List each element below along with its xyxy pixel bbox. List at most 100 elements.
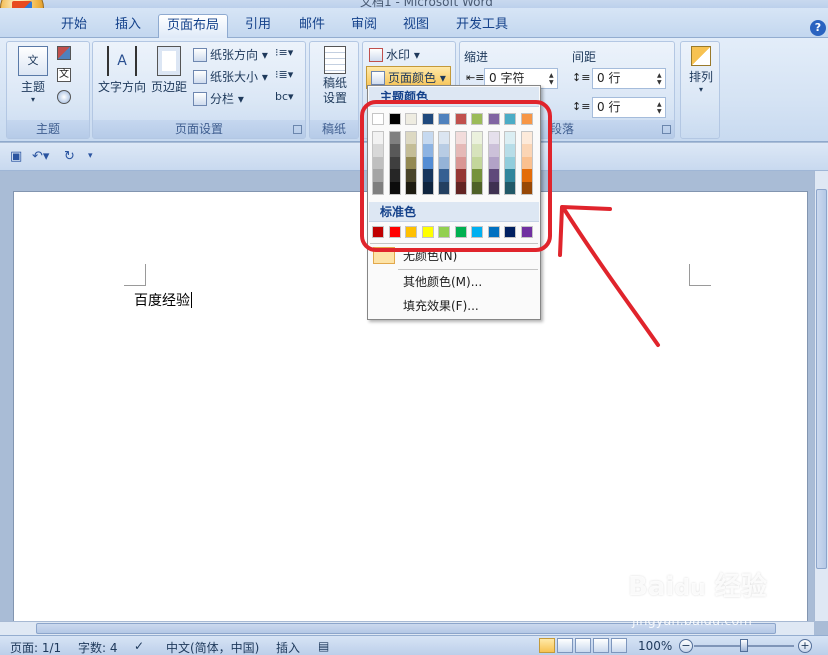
indent-title: 缩进 [464, 50, 489, 64]
tab-references[interactable]: 引用 [236, 14, 280, 38]
insert-mode[interactable]: 插入 [276, 639, 300, 655]
zoom-level[interactable]: 100% [638, 639, 672, 653]
page-color-label: 页面颜色 [388, 71, 437, 85]
arrange-group: 排列 ▾ [680, 41, 720, 139]
spacing-before-icon: ↕≡ [572, 71, 591, 84]
watermark-button[interactable]: 水印 ▾ [369, 46, 420, 63]
watermark-icon [369, 48, 383, 62]
hyphenation-icon[interactable]: bc▾ [275, 90, 294, 103]
fill-effects-label: 填充效果(F)... [403, 299, 479, 313]
document-text[interactable]: 百度经验 [134, 290, 192, 310]
draft-view-button[interactable] [611, 638, 627, 653]
size-button[interactable]: 纸张大小 ▾ [193, 68, 268, 85]
save-icon[interactable]: ▣ [10, 149, 22, 164]
tab-developer[interactable]: 开发工具 [450, 14, 514, 38]
zoom-out-button[interactable]: − [679, 639, 693, 653]
tab-view[interactable]: 视图 [394, 14, 438, 38]
zoom-slider-thumb[interactable] [740, 639, 748, 652]
zoom-in-button[interactable]: + [798, 639, 812, 653]
dialog-launcher-icon[interactable] [293, 125, 302, 134]
spacing-after-input[interactable]: 0 行 [592, 97, 666, 118]
draft-paper-line2: 设置 [322, 91, 347, 105]
status-bar: 页面: 1/1 字数: 4 ✓ 中文(简体，中国) 插入 ▤ 100% − + [0, 635, 828, 655]
margins-icon [157, 46, 181, 76]
spacing-title: 间距 [572, 50, 597, 64]
proofing-icon[interactable]: ✓ [134, 639, 144, 653]
draft-paper-group: 稿纸 设置 稿纸 [309, 41, 359, 139]
customize-qat-icon[interactable]: ▾ [88, 151, 93, 161]
text-direction-button[interactable]: A 文字方向 [95, 46, 149, 95]
columns-label: 分栏 [210, 92, 235, 106]
tab-mailings[interactable]: 邮件 [290, 14, 334, 38]
draft-paper-line1: 稿纸 [322, 76, 347, 90]
arrange-icon [691, 46, 711, 66]
breaks-icon[interactable]: ⁝≡▾ [275, 46, 293, 59]
columns-icon [193, 92, 207, 106]
annotation-highlight-box [360, 100, 552, 252]
theme-fonts-icon[interactable]: 文 [57, 68, 71, 82]
help-icon[interactable]: ? [810, 20, 826, 36]
web-layout-view-button[interactable] [575, 638, 591, 653]
fill-effects-item[interactable]: 填充效果(F)... [369, 294, 539, 318]
baidu-watermark-url: jingyan.baidu.com [632, 614, 752, 629]
title-bar: 文档1 - Microsoft Word [0, 0, 828, 9]
vertical-scrollbar[interactable] [814, 171, 828, 621]
orientation-label: 纸张方向 [210, 48, 259, 62]
crop-mark [124, 264, 146, 286]
draft-paper-settings-button[interactable]: 稿纸 设置 [314, 46, 356, 106]
language-indicator[interactable]: 中文(简体，中国) [166, 639, 259, 655]
tab-home[interactable]: 开始 [52, 14, 96, 38]
themes-button[interactable]: 文 主题 ▾ [13, 46, 53, 104]
tab-insert[interactable]: 插入 [106, 14, 150, 38]
orientation-button[interactable]: 纸张方向 ▾ [193, 46, 268, 63]
outline-view-button[interactable] [593, 638, 609, 653]
arrange-label: 排列 [688, 70, 713, 84]
arrange-button[interactable]: 排列 ▾ [683, 46, 719, 94]
margins-button[interactable]: 页边距 [149, 46, 189, 95]
page-orientation-icon [193, 48, 207, 62]
annotation-arrow [558, 205, 660, 347]
paragraph-launcher-icon[interactable] [662, 125, 671, 134]
theme-group: 文 主题 ▾ 文 主题 [6, 41, 90, 139]
annotation-arrow-shaft [562, 207, 660, 347]
paint-bucket-icon [371, 71, 385, 85]
redo-icon[interactable]: ↻ [64, 149, 75, 164]
spacing-before-input[interactable]: 0 行 [592, 68, 666, 89]
themes-icon: 文 [18, 46, 48, 76]
text-direction-icon: A [107, 46, 137, 76]
theme-effects-icon[interactable] [57, 90, 71, 104]
print-layout-view-button[interactable] [539, 638, 555, 653]
watermark-label: 水印 [386, 48, 411, 62]
macro-record-icon[interactable]: ▤ [318, 639, 329, 653]
more-colors-item[interactable]: 其他颜色(M)... [369, 270, 539, 294]
page-setup-group: A 文字方向 页边距 纸张方向 ▾ 纸张大小 ▾ 分栏 ▾ ⁝≡▾ ⁝≣▾ bc… [92, 41, 306, 139]
themes-label: 主题 [20, 80, 45, 94]
more-colors-label: 其他颜色(M)... [403, 275, 483, 289]
margins-label: 页边距 [150, 80, 187, 94]
text-direction-label: 文字方向 [97, 80, 146, 94]
ribbon-tabs: 开始 插入 页面布局 引用 邮件 审阅 视图 开发工具 ? [0, 8, 828, 38]
page-indicator[interactable]: 页面: 1/1 [10, 639, 61, 655]
full-screen-reading-view-button[interactable] [557, 638, 573, 653]
theme-group-label: 主题 [7, 120, 89, 138]
size-label: 纸张大小 [210, 70, 259, 84]
paper-size-icon [193, 70, 207, 84]
draft-paper-group-label: 稿纸 [310, 120, 358, 138]
vertical-scroll-thumb[interactable] [816, 189, 827, 569]
page-setup-group-label: 页面设置 [93, 120, 305, 138]
spacing-after-icon: ↕≡ [572, 100, 591, 113]
line-numbers-icon[interactable]: ⁝≣▾ [275, 68, 293, 81]
word-count[interactable]: 字数: 4 [78, 639, 118, 655]
draft-paper-icon [324, 46, 346, 74]
chevron-down-icon: ▾ [698, 85, 703, 94]
theme-colors-icon[interactable] [57, 46, 71, 60]
columns-button[interactable]: 分栏 ▾ [193, 90, 244, 107]
tab-review[interactable]: 审阅 [342, 14, 386, 38]
baidu-watermark-logo: Baidu 经验 [628, 572, 767, 602]
crop-mark [689, 264, 711, 286]
undo-icon[interactable]: ↶▾ [32, 149, 49, 164]
text-cursor [191, 292, 192, 308]
document-text-content: 百度经验 [134, 293, 190, 309]
chevron-down-icon: ▾ [30, 95, 35, 104]
tab-page-layout[interactable]: 页面布局 [158, 14, 228, 38]
